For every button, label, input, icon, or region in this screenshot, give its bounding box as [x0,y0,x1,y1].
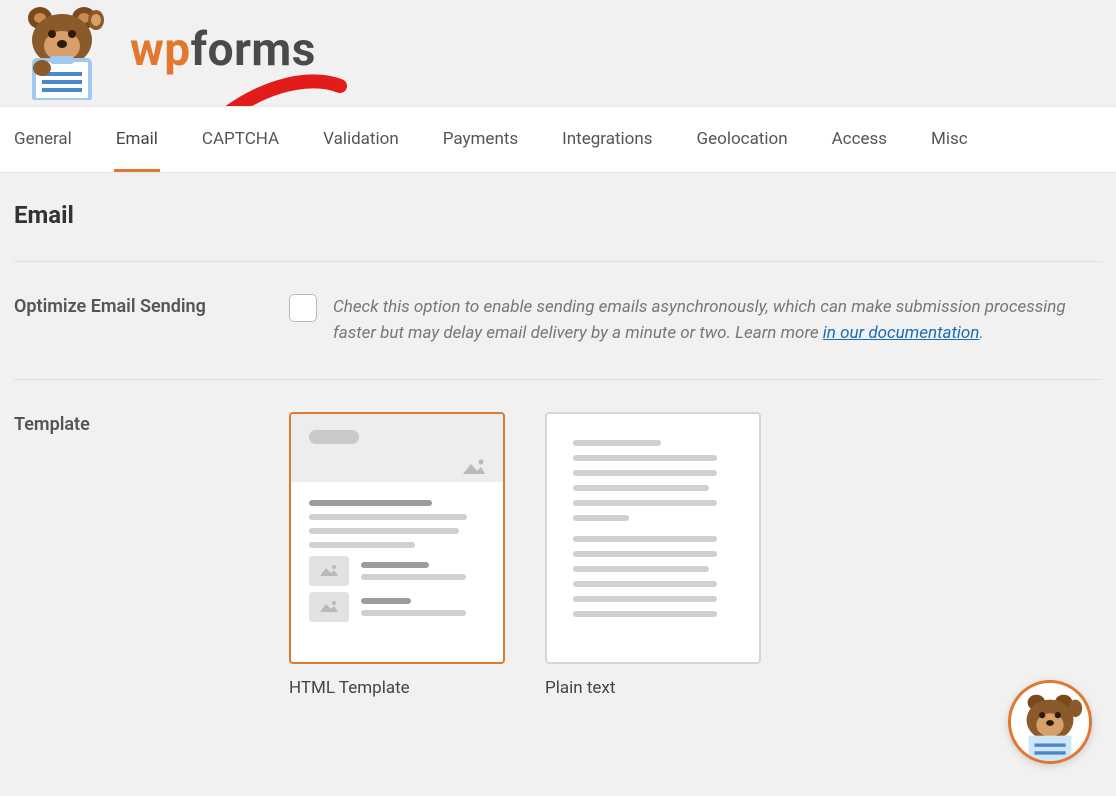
brand-wp: wp [130,23,191,77]
desc-suffix: . [979,323,983,343]
setting-optimize-email: Optimize Email Sending Check this option… [14,294,1102,347]
brand-wordmark: wpforms [130,23,316,77]
page-title: Email [14,201,1102,229]
divider [14,379,1102,380]
setting-template: Template [14,412,1102,698]
tab-email[interactable]: Email [114,107,160,172]
divider [14,261,1102,262]
template-label-plaintext: Plain text [545,678,761,698]
template-option-plaintext[interactable] [545,412,761,664]
tab-general[interactable]: General [12,107,74,172]
brand-forms: forms [191,23,316,77]
tab-integrations[interactable]: Integrations [560,107,654,172]
mascot-bear-icon [12,0,112,100]
optimize-email-description: Check this option to enable sending emai… [333,294,1093,347]
template-label-html: HTML Template [289,678,505,698]
settings-tabs: General Email CAPTCHA Validation Payment… [0,106,1116,173]
header-logo-area: wpforms [0,0,1116,106]
template-option-html[interactable] [289,412,505,664]
image-placeholder-icon [309,556,349,586]
setting-label-optimize: Optimize Email Sending [14,294,289,317]
help-chat-button[interactable] [1008,680,1092,764]
image-placeholder-icon [461,458,487,476]
setting-label-template: Template [14,412,289,435]
tab-misc[interactable]: Misc [929,107,970,172]
tab-payments[interactable]: Payments [441,107,520,172]
tab-access[interactable]: Access [830,107,889,172]
image-placeholder-icon [309,592,349,622]
optimize-email-checkbox[interactable] [289,294,317,322]
tab-captcha[interactable]: CAPTCHA [200,107,281,172]
documentation-link[interactable]: in our documentation [823,323,980,343]
tab-geolocation[interactable]: Geolocation [695,107,790,172]
tab-validation[interactable]: Validation [321,107,401,172]
